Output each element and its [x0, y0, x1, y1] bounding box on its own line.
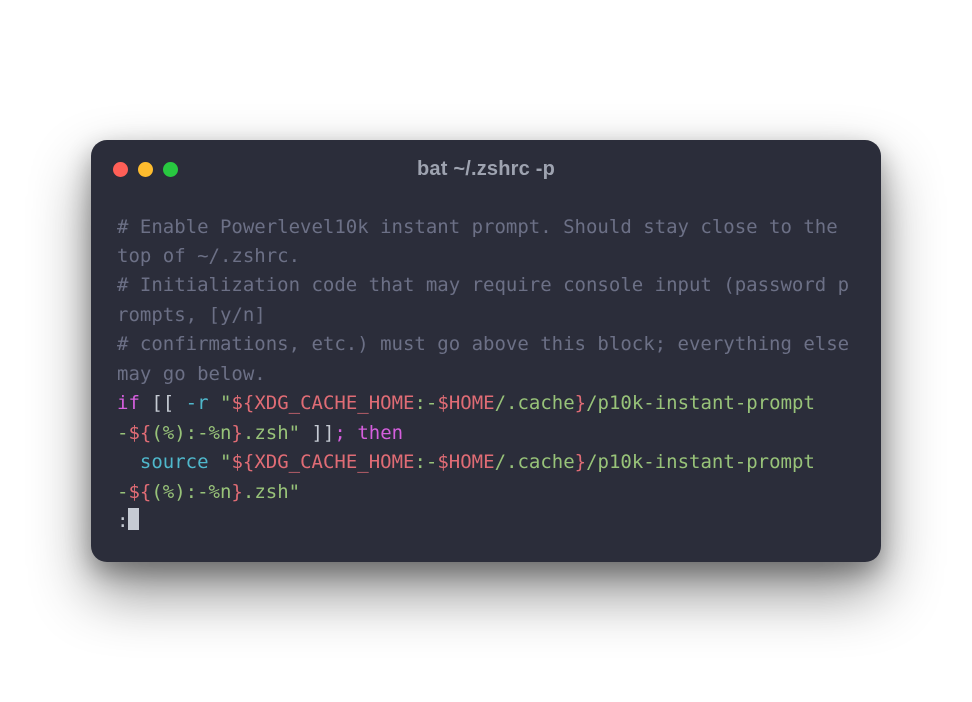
keyword-if: if [117, 392, 140, 414]
variable: $HOME [437, 392, 494, 414]
variable: ${XDG_CACHE_HOME [231, 392, 414, 414]
window-title: bat ~/.zshrc -p [113, 158, 859, 181]
keyword-then: then [346, 422, 403, 444]
comment-line: # Enable Powerlevel10k instant prompt. S… [117, 213, 855, 272]
titlebar: bat ~/.zshrc -p [91, 140, 881, 191]
variable: $HOME [437, 451, 494, 473]
zoom-icon[interactable] [163, 162, 178, 177]
traffic-lights [113, 162, 178, 177]
keyword-source: source [140, 451, 209, 473]
pager-prompt-line: : [117, 507, 855, 536]
pager-prompt: : [117, 510, 128, 532]
code-line: source "${XDG_CACHE_HOME:-$HOME/.cache}/… [117, 448, 855, 507]
flag: -r [186, 392, 209, 414]
minimize-icon[interactable] [138, 162, 153, 177]
close-icon[interactable] [113, 162, 128, 177]
variable: ${XDG_CACHE_HOME [231, 451, 414, 473]
cursor-icon [128, 508, 139, 530]
comment-line: # confirmations, etc.) must go above thi… [117, 330, 855, 389]
comment-line: # Initialization code that may require c… [117, 271, 855, 330]
terminal-body[interactable]: # Enable Powerlevel10k instant prompt. S… [91, 191, 881, 563]
code-line: if [[ -r "${XDG_CACHE_HOME:-$HOME/.cache… [117, 389, 855, 448]
terminal-window: bat ~/.zshrc -p # Enable Powerlevel10k i… [91, 140, 881, 563]
